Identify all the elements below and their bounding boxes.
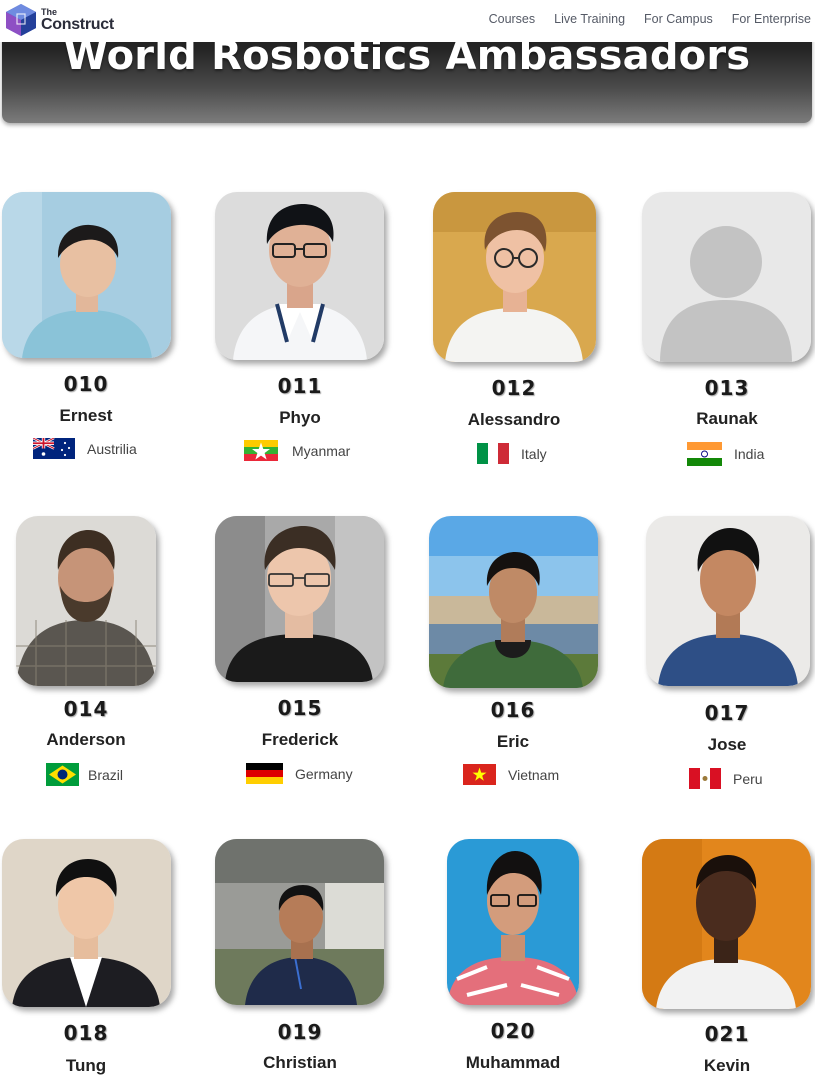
ambassador-country-name: Austrilia: [87, 440, 137, 457]
ambassador-number: 012: [491, 376, 537, 400]
nav-live-training-link[interactable]: Live Training: [535, 12, 625, 26]
main-nav: Courses Live Training For Campus For Ent…: [470, 12, 811, 26]
nav-for-enterprise-link[interactable]: For Enterprise: [713, 12, 811, 26]
ambassador-photo: [429, 516, 598, 688]
ambassador-number: 010: [63, 372, 109, 396]
ambassador-name: Tung: [65, 1056, 107, 1075]
ambassador-country-name: Germany: [295, 765, 353, 782]
ambassador-name: Alessandro: [467, 410, 561, 429]
ambassador-name: Jose: [707, 735, 747, 754]
ambassador-name: Kevin: [703, 1056, 751, 1075]
ambassador-photo: [16, 516, 156, 686]
brazil-flag-icon: [46, 763, 79, 786]
nav-for-campus-link[interactable]: For Campus: [625, 12, 713, 26]
ambassador-country: Germany: [246, 763, 353, 784]
ambassador-photo: [215, 839, 384, 1005]
ambassador-name: Anderson: [46, 730, 126, 749]
ambassador-country-name: India: [734, 446, 765, 462]
ambassador-name: Phyo: [279, 408, 321, 427]
ambassador-photo: [215, 192, 384, 360]
italy-flag-icon: [477, 443, 509, 464]
ambassador-name: Ernest: [59, 406, 113, 425]
ambassador-country-name: Myanmar: [292, 442, 351, 459]
australia-flag-icon: [33, 438, 75, 459]
ambassador-country: Austrilia: [33, 438, 137, 459]
ambassador-number: 015: [277, 696, 323, 720]
ambassador-number: 011: [277, 374, 323, 398]
ambassador-photo: [215, 516, 384, 682]
ambassador-number: 019: [277, 1020, 323, 1044]
ambassador-number: 021: [704, 1022, 750, 1046]
ambassador-number: 017: [704, 701, 750, 725]
ambassador-number: 018: [63, 1021, 109, 1045]
ambassador-country-name: Vietnam: [508, 766, 560, 783]
construct-cube-icon: [6, 4, 36, 36]
ambassador-photo: [642, 839, 811, 1009]
ambassador-country: Vietnam: [463, 764, 559, 785]
ambassador-country: Myanmar: [244, 440, 350, 461]
ambassador-country: India: [687, 442, 764, 466]
top-navbar: The Construct Courses Live Training For …: [0, 0, 815, 42]
ambassador-photo: [646, 516, 810, 686]
ambassador-number: 016: [490, 698, 536, 722]
ambassador-photo: [447, 839, 579, 1005]
ambassador-name: Eric: [496, 732, 530, 751]
ambassador-number: 020: [490, 1019, 536, 1043]
ambassador-country: Brazil: [46, 763, 123, 786]
ambassador-country-name: Brazil: [88, 766, 124, 783]
ambassador-number: 014: [63, 697, 109, 721]
ambassador-name: Raunak: [696, 409, 758, 428]
peru-flag-icon: [689, 768, 721, 789]
nav-courses-link[interactable]: Courses: [470, 12, 536, 26]
ambassador-country: Italy: [477, 443, 547, 464]
the-construct-logo[interactable]: The Construct: [4, 3, 124, 39]
logo-brand-name: Construct: [41, 16, 114, 33]
ambassador-photo: [2, 192, 171, 358]
germany-flag-icon: [246, 763, 283, 784]
ambassador-name: Frederick: [261, 730, 339, 749]
ambassador-country-name: Italy: [521, 445, 547, 462]
ambassador-photo: [433, 192, 596, 362]
ambassador-photo: [642, 192, 811, 362]
ambassador-country: Peru: [689, 768, 763, 789]
vietnam-flag-icon: [463, 764, 496, 785]
ambassador-country-name: Peru: [733, 770, 763, 787]
ambassador-photo: [2, 839, 171, 1007]
ambassador-number: 013: [704, 376, 750, 400]
india-flag-icon: [687, 442, 722, 466]
myanmar-flag-icon: [244, 440, 278, 461]
ambassador-name: Christian: [263, 1053, 337, 1072]
ambassador-name: Muhammad: [465, 1053, 561, 1072]
